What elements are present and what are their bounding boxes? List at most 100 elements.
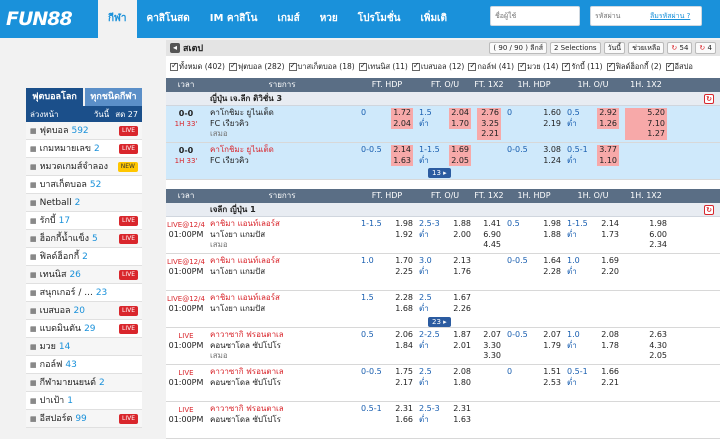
odds-price[interactable]: 1.68: [395, 304, 413, 315]
odds-price[interactable]: 2.21: [601, 378, 619, 389]
more-bets-button[interactable]: 13 ▸: [428, 168, 451, 178]
away-team[interactable]: FC เรียวคิว: [210, 156, 354, 167]
sport-filter-checkbox[interactable]: เบสบอล (12): [411, 61, 464, 73]
odds-price[interactable]: 3.08: [543, 145, 561, 156]
sport-filter-checkbox[interactable]: รักบี้ (11): [562, 61, 603, 73]
sidebar-item[interactable]: ▦ มวย 14: [26, 338, 142, 356]
sidebar-item[interactable]: ▦ รักบี้ 17 LIVE: [26, 212, 142, 230]
subtab-today[interactable]: วันนี้: [94, 108, 109, 121]
help-button[interactable]: ช่วยเหลือ: [628, 42, 665, 54]
tab-world-cup[interactable]: ฟุตบอลโลก: [26, 88, 83, 106]
forgot-password-link[interactable]: ลืมรหัสผ่าน ?: [650, 11, 690, 22]
odds-price[interactable]: 1.70: [395, 256, 413, 267]
nav-promotions[interactable]: โปรโมชั่น: [348, 0, 411, 38]
more-bets-button-2[interactable]: 23 ▸: [428, 317, 451, 327]
home-team[interactable]: คาชิมา แอนท์เลอร์ส: [210, 219, 354, 230]
away-team[interactable]: คอนซาโดล ซัปโปโร: [210, 341, 354, 352]
odds-price[interactable]: 1.73: [601, 230, 619, 241]
today-button[interactable]: วันนี้: [603, 42, 626, 54]
odds-price[interactable]: 2.05: [625, 351, 667, 362]
odds-price[interactable]: 2.28: [543, 267, 561, 278]
odds-price[interactable]: 1.88: [453, 219, 471, 230]
odds-price[interactable]: 2.00: [453, 230, 471, 241]
sidebar-item[interactable]: ▦ Netball 2: [26, 194, 142, 212]
odds-price[interactable]: 6.90: [477, 230, 501, 241]
sidebar-item[interactable]: ▦ กอล์ฟ 43: [26, 356, 142, 374]
odds-price[interactable]: 2.63: [625, 330, 667, 341]
fun88-logo[interactable]: FUN88: [6, 6, 94, 32]
nav-games[interactable]: เกมส์: [268, 0, 310, 38]
odds-price[interactable]: 1.27: [625, 129, 667, 140]
odds-price[interactable]: 1.24: [543, 156, 561, 167]
odds-price[interactable]: 2.25: [395, 267, 413, 278]
odds-price[interactable]: 2.13: [453, 256, 471, 267]
odds-price[interactable]: 2.14: [391, 145, 413, 156]
odds-price[interactable]: 1.26: [597, 118, 619, 129]
odds-price[interactable]: 2.76: [477, 108, 501, 119]
nav-lottery[interactable]: หวย: [310, 0, 348, 38]
sport-filter-checkbox[interactable]: ฟุตบอล (282): [228, 61, 285, 73]
sidebar-item[interactable]: ▦ ฮ็อกกี้น้ำแข็ง 5 LIVE: [26, 230, 142, 248]
odds-price[interactable]: 4.30: [625, 341, 667, 352]
tab-all-sports[interactable]: ทุกชนิดกีฬา: [85, 88, 142, 106]
odds-price[interactable]: 2.26: [453, 304, 471, 315]
odds-price[interactable]: 2.92: [597, 108, 619, 119]
refresh-icon[interactable]: ↻: [704, 94, 714, 104]
odds-price[interactable]: 1.98: [543, 219, 561, 230]
odds-price[interactable]: 1.80: [453, 378, 471, 389]
odds-price[interactable]: 1.87: [453, 330, 471, 341]
home-team[interactable]: คาชิมา แอนท์เลอร์ส: [210, 293, 354, 304]
odds-price[interactable]: 2.31: [395, 404, 413, 415]
odds-price[interactable]: 2.34: [625, 240, 667, 251]
away-team[interactable]: FC เรียวคิว: [210, 119, 354, 130]
sidebar-item[interactable]: ▦ กีฬามายนยนต์ 2: [26, 374, 142, 392]
nav-more[interactable]: เพิ่มเติ: [410, 0, 457, 38]
odds-price[interactable]: 7.10: [625, 118, 667, 129]
sidebar-item[interactable]: ▦ เบสบอล 20 LIVE: [26, 302, 142, 320]
nav-im-casino[interactable]: IM คาสิโน: [200, 0, 268, 38]
odds-price[interactable]: 1.78: [601, 341, 619, 352]
refresh-icon[interactable]: ↻: [704, 205, 714, 215]
odds-price[interactable]: 1.69: [601, 256, 619, 267]
back-arrow-icon[interactable]: ◂: [170, 43, 180, 53]
odds-price[interactable]: 1.84: [395, 341, 413, 352]
sidebar-item[interactable]: ▦ เทนนิส 26 LIVE: [26, 266, 142, 284]
odds-price[interactable]: 1.92: [395, 230, 413, 241]
leagues-button[interactable]: ( 90 / 90 ) ลีกส์: [489, 42, 547, 54]
sidebar-item[interactable]: ▦ หมวดเกมส์จำลอง NEW: [26, 158, 142, 176]
away-team[interactable]: นาโงยา แกมปัส: [210, 230, 354, 241]
odds-price[interactable]: 1.51: [543, 367, 561, 378]
odds-price[interactable]: 2.07: [477, 330, 501, 341]
refresh-counter-button-2[interactable]: ↻ 4: [695, 42, 716, 54]
odds-price[interactable]: 2.19: [543, 119, 561, 130]
sidebar-item[interactable]: ▦ บาสเก็ตบอล 52: [26, 176, 142, 194]
sport-filter-checkbox[interactable]: ฟิลด์ฮ็อกกี้ (2): [606, 61, 662, 73]
odds-price[interactable]: 2.53: [543, 378, 561, 389]
odds-price[interactable]: 4.45: [477, 240, 501, 251]
odds-price[interactable]: 1.63: [391, 155, 413, 166]
home-team[interactable]: คาชิมา แอนท์เลอร์ส: [210, 256, 354, 267]
odds-price[interactable]: 2.31: [453, 404, 471, 415]
sport-filter-checkbox[interactable]: กอล์ฟ (41): [468, 61, 514, 73]
odds-price[interactable]: 1.98: [625, 219, 667, 230]
odds-price[interactable]: 2.17: [395, 378, 413, 389]
odds-price[interactable]: 1.60: [543, 108, 561, 119]
away-team[interactable]: นาโงยา แกมปัส: [210, 267, 354, 278]
nav-live-casino[interactable]: คาสิโนสด: [137, 0, 200, 38]
sidebar-item[interactable]: ▦ ฟุตบอล 592 LIVE: [26, 122, 142, 140]
refresh-counter-button[interactable]: ↻ 54: [667, 42, 693, 54]
sport-filter-checkbox[interactable]: เทนนิส (11): [358, 61, 408, 73]
sport-filter-checkbox[interactable]: บาสเก็ตบอล (18): [288, 61, 355, 73]
sidebar-item[interactable]: ▦ ปาเป้า 1: [26, 392, 142, 410]
odds-price[interactable]: 1.67: [453, 293, 471, 304]
odds-price[interactable]: 1.69: [449, 145, 471, 156]
odds-price[interactable]: 6.00: [625, 230, 667, 241]
odds-price[interactable]: 3.77: [597, 145, 619, 156]
home-team[interactable]: คาวาซากิ ฟรอนตาเล: [210, 330, 354, 341]
odds-price[interactable]: 2.08: [601, 330, 619, 341]
odds-price[interactable]: 1.98: [395, 219, 413, 230]
odds-price[interactable]: 1.63: [453, 415, 471, 426]
odds-price[interactable]: 2.04: [449, 108, 471, 119]
sidebar-item[interactable]: ▦ เกมหมายเลข 2 LIVE: [26, 140, 142, 158]
odds-price[interactable]: 2.06: [395, 330, 413, 341]
